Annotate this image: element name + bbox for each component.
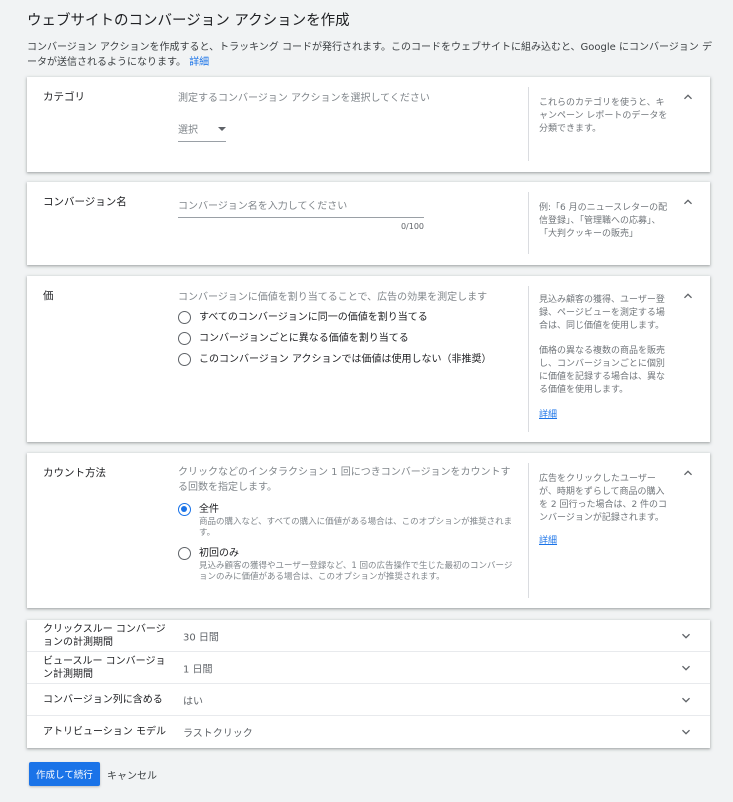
value-card: 価 コンバージョンに価値を割り当てることで、広告の効果を測定します すべてのコン…	[27, 276, 710, 442]
category-select-value: 選択	[178, 125, 198, 136]
conversion-name-input[interactable]	[178, 201, 424, 218]
value-main: コンバージョンに価値を割り当てることで、広告の効果を測定します すべてのコンバー…	[178, 288, 518, 366]
category-main: 測定するコンバージョン アクションを選択してください 選択	[178, 89, 518, 142]
category-select[interactable]: 選択	[178, 121, 226, 142]
conversion-name-card: コンバージョン名 0/100 例:「6 月のニュースレターの配信登録」、「管理職…	[27, 182, 710, 265]
cancel-button[interactable]: キャンセル	[103, 762, 161, 786]
setting-expand-button[interactable]	[678, 724, 694, 740]
value-help-text-1: 見込み顧客の獲得、ユーザー登録、ページビューを測定する場合は、同じ価値を使用しま…	[539, 295, 665, 331]
setting-include-in-conversions[interactable]: コンバージョン列に含める はい	[27, 684, 710, 716]
setting-expand-button[interactable]	[678, 660, 694, 676]
create-and-continue-button[interactable]: 作成して続行	[29, 762, 100, 786]
radio-button[interactable]	[178, 332, 191, 345]
setting-value: 30 日間	[183, 632, 219, 643]
value-learn-more-link[interactable]: 詳細	[539, 409, 669, 422]
count-main: クリックなどのインタラクション 1 回につきコンバージョンをカウントする回数を指…	[178, 465, 518, 583]
conversion-name-counter: 0/100	[400, 222, 424, 231]
setting-name: クリックスルー コンバージョンの計測期間	[43, 623, 166, 648]
radio-button[interactable]	[178, 547, 191, 560]
setting-name: ビュースルー コンバージョン計測期間	[43, 655, 166, 680]
value-collapse-button[interactable]	[680, 288, 696, 304]
chevron-up-icon	[684, 94, 692, 100]
value-hint: コンバージョンに価値を割り当てることで、広告の効果を測定します	[178, 292, 488, 303]
count-option-desc: 見込み顧客の獲得やユーザー登録など、1 回の広告操作で生じた最初のコンバージョン…	[199, 561, 513, 582]
intro-learn-more-link[interactable]: 詳細	[189, 57, 209, 68]
value-option-label: すべてのコンバージョンに同一の価値を割り当てる	[199, 312, 428, 323]
setting-value: ラストクリック	[183, 728, 253, 740]
chevron-down-icon	[682, 633, 690, 639]
count-option-body: 全件 商品の購入など、すべての購入に価値がある場合は、このオプションが推奨されま…	[199, 503, 518, 539]
conversion-name-collapse-button[interactable]	[680, 194, 696, 210]
conversion-name-divider	[528, 192, 529, 254]
conversion-name-label: コンバージョン名	[43, 196, 127, 208]
count-label: カウント方法	[43, 467, 106, 479]
chevron-up-icon	[684, 470, 692, 476]
count-option-one[interactable]: 初回のみ 見込み顧客の獲得やユーザー登録など、1 回の広告操作で生じた最初のコン…	[178, 547, 518, 583]
count-hint: クリックなどのインタラクション 1 回につきコンバージョンをカウントする回数を指…	[178, 467, 511, 493]
count-option-desc: 商品の購入など、すべての購入に価値がある場合は、このオプションが推奨されます。	[199, 517, 513, 538]
value-option-none[interactable]: このコンバージョン アクションでは価値は使用しない（非推奨）	[178, 353, 518, 366]
category-label: カテゴリ	[43, 91, 85, 103]
count-options: 全件 商品の購入など、すべての購入に価値がある場合は、このオプションが推奨されま…	[178, 503, 518, 583]
conversion-name-help: 例:「6 月のニュースレターの配信登録」、「管理職への応募」、「大判クッキーの販…	[539, 203, 668, 239]
value-option-label: このコンバージョン アクションでは価値は使用しない（非推奨）	[199, 354, 492, 365]
count-help: 広告をクリックしたユーザーが、時期をずらして商品の購入を 2 回行った場合は、2…	[539, 473, 669, 548]
settings-list: クリックスルー コンバージョンの計測期間 30 日間 ビュースルー コンバージョ…	[27, 620, 710, 748]
radio-button-checked[interactable]	[178, 503, 191, 516]
count-option-label: 全件	[199, 504, 219, 515]
setting-name: コンバージョン列に含める	[43, 694, 163, 705]
value-divider	[528, 286, 529, 432]
value-help: 見込み顧客の獲得、ユーザー登録、ページビューを測定する場合は、同じ価値を使用しま…	[539, 294, 669, 422]
value-option-label: コンバージョンごとに異なる価値を割り当てる	[199, 333, 409, 344]
chevron-down-icon	[682, 665, 690, 671]
count-learn-more-link[interactable]: 詳細	[539, 535, 669, 548]
setting-expand-button[interactable]	[678, 628, 694, 644]
chevron-down-icon	[682, 697, 690, 703]
radio-button[interactable]	[178, 353, 191, 366]
setting-value: はい	[183, 696, 203, 707]
count-option-body: 初回のみ 見込み顧客の獲得やユーザー登録など、1 回の広告操作で生じた最初のコン…	[199, 547, 518, 583]
setting-view-through-window[interactable]: ビュースルー コンバージョン計測期間 1 日間	[27, 652, 710, 684]
chevron-down-icon	[682, 729, 690, 735]
category-help: これらのカテゴリを使うと、キャンペーン レポートのデータを分類できます。	[539, 98, 668, 134]
page-intro: コンバージョン アクションを作成すると、トラッキング コードが発行されます。この…	[27, 40, 717, 70]
chevron-up-icon	[684, 199, 692, 205]
setting-name: アトリビューション モデル	[43, 726, 166, 738]
category-card: カテゴリ 測定するコンバージョン アクションを選択してください 選択 これらのカ…	[27, 77, 710, 172]
chevron-up-icon	[684, 293, 692, 299]
value-option-same[interactable]: すべてのコンバージョンに同一の価値を割り当てる	[178, 311, 518, 324]
value-option-different[interactable]: コンバージョンごとに異なる価値を割り当てる	[178, 332, 518, 345]
category-divider	[528, 87, 529, 161]
setting-value: 1 日間	[183, 664, 213, 675]
category-hint: 測定するコンバージョン アクションを選択してください	[178, 93, 430, 104]
value-label: 価	[43, 290, 54, 302]
count-card: カウント方法 クリックなどのインタラクション 1 回につきコンバージョンをカウン…	[27, 453, 710, 608]
conversion-name-main: 0/100	[178, 194, 518, 231]
count-option-every[interactable]: 全件 商品の購入など、すべての購入に価値がある場合は、このオプションが推奨されま…	[178, 503, 518, 539]
value-options: すべてのコンバージョンに同一の価値を割り当てる コンバージョンごとに異なる価値を…	[178, 311, 518, 366]
count-option-label: 初回のみ	[199, 548, 239, 559]
setting-expand-button[interactable]	[678, 692, 694, 708]
category-collapse-button[interactable]	[680, 89, 696, 105]
radio-button[interactable]	[178, 311, 191, 324]
value-help-text-2: 価格の異なる複数の商品を販売し、コンバージョンごとに個別に価値を記録する場合は、…	[539, 346, 666, 395]
count-help-text: 広告をクリックしたユーザーが、時期をずらして商品の購入を 2 回行った場合は、2…	[539, 474, 668, 523]
page-intro-text: コンバージョン アクションを作成すると、トラッキング コードが発行されます。この…	[27, 42, 712, 68]
setting-attribution-model[interactable]: アトリビューション モデル ラストクリック	[27, 716, 710, 748]
count-collapse-button[interactable]	[680, 465, 696, 481]
dropdown-arrow-icon	[218, 126, 226, 131]
count-divider	[528, 463, 529, 598]
page-title: ウェブサイトのコンバージョン アクションを作成	[27, 13, 350, 29]
setting-click-through-window[interactable]: クリックスルー コンバージョンの計測期間 30 日間	[27, 620, 710, 652]
